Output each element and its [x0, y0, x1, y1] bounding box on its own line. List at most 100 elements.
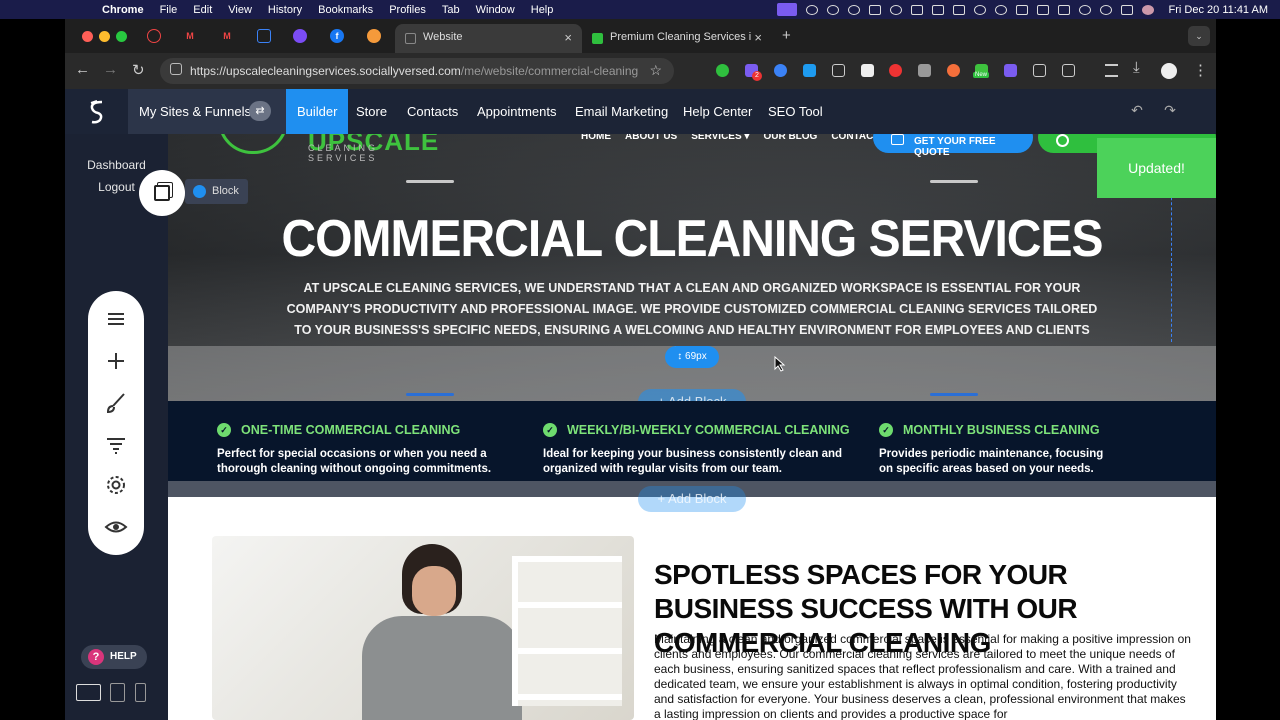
- menubar-item-edit[interactable]: Edit: [193, 4, 212, 16]
- block-select-handle[interactable]: [139, 170, 185, 216]
- tab-website[interactable]: Website ×: [395, 24, 582, 53]
- block-label-badge[interactable]: Block: [185, 179, 248, 204]
- profile-avatar[interactable]: [1161, 63, 1177, 79]
- nav-seo-tool[interactable]: SEO Tool: [768, 89, 823, 134]
- gear-icon[interactable]: [104, 473, 128, 497]
- window-icon[interactable]: [931, 4, 944, 15]
- menu-icon[interactable]: [104, 307, 128, 331]
- eye-icon[interactable]: [104, 515, 128, 539]
- tab-close-icon[interactable]: ×: [751, 30, 762, 45]
- play-icon[interactable]: [973, 4, 986, 15]
- filter-icon[interactable]: [104, 433, 128, 457]
- site-info-icon[interactable]: [170, 63, 182, 75]
- bluetooth-icon[interactable]: [1036, 4, 1049, 15]
- brightness-icon[interactable]: [826, 4, 839, 15]
- my-sites-funnels-switcher[interactable]: My Sites & Funnels ⇄: [128, 89, 286, 134]
- swap-icon[interactable]: ⇄: [249, 101, 271, 121]
- menubar-item-file[interactable]: File: [160, 4, 178, 16]
- grammarly-icon[interactable]: [716, 64, 729, 77]
- reading-list-icon[interactable]: [1105, 64, 1118, 77]
- site-nav-home[interactable]: HOME: [581, 134, 611, 142]
- menubar-item-help[interactable]: Help: [531, 4, 554, 16]
- redo-icon[interactable]: ↷: [1159, 102, 1181, 122]
- status-icon[interactable]: [868, 4, 881, 15]
- website-canvas[interactable]: UPSCALE CLEANING SERVICES HOME ABOUT US …: [168, 134, 1216, 720]
- extension-icon[interactable]: [803, 64, 816, 77]
- site-nav-blog[interactable]: OUR BLOG: [763, 134, 817, 142]
- plus-icon[interactable]: [104, 349, 128, 373]
- screen-record-icon[interactable]: [776, 3, 797, 16]
- drag-handle[interactable]: [930, 393, 978, 396]
- kebab-menu-icon[interactable]: ⋮: [1193, 61, 1208, 79]
- address-bar[interactable]: https://upscalecleaningservices.socially…: [160, 58, 674, 84]
- menubar-item-tab[interactable]: Tab: [442, 4, 460, 16]
- menubar-item-window[interactable]: Window: [476, 4, 515, 16]
- volume-icon[interactable]: [952, 4, 965, 15]
- mobile-view-icon[interactable]: [135, 683, 146, 702]
- help-button[interactable]: ? HELP: [81, 645, 147, 669]
- menubar-item-bookmarks[interactable]: Bookmarks: [318, 4, 373, 16]
- nav-builder[interactable]: Builder: [286, 89, 349, 134]
- messenger-icon[interactable]: [293, 29, 307, 43]
- window-close-button[interactable]: [82, 31, 93, 42]
- nav-store[interactable]: Store: [356, 89, 387, 134]
- drag-handle[interactable]: [406, 393, 454, 396]
- battery-icon[interactable]: [1057, 4, 1070, 15]
- gmail-icon[interactable]: M: [183, 29, 197, 43]
- drag-handle[interactable]: [406, 180, 454, 183]
- forward-icon[interactable]: →: [103, 61, 118, 78]
- extension-icon[interactable]: [774, 64, 787, 77]
- search-icon[interactable]: [1099, 4, 1112, 15]
- extension-icon[interactable]: [1004, 64, 1017, 77]
- brush-icon[interactable]: [104, 391, 128, 415]
- extension-icon[interactable]: [1033, 64, 1046, 77]
- nav-help-center[interactable]: Help Center: [683, 89, 752, 134]
- menubar-app-name[interactable]: Chrome: [102, 4, 144, 16]
- add-block-button[interactable]: + Add Block: [638, 486, 746, 512]
- status-icon[interactable]: [889, 4, 902, 15]
- site-nav-about[interactable]: ABOUT US: [625, 134, 677, 142]
- gmail-icon[interactable]: M: [220, 29, 234, 43]
- status-icon[interactable]: [1015, 4, 1028, 15]
- download-icon[interactable]: ⤓: [1133, 59, 1140, 76]
- nav-contacts[interactable]: Contacts: [407, 89, 458, 134]
- free-quote-button[interactable]: GET YOUR FREE QUOTE: [873, 134, 1033, 158]
- control-center-icon[interactable]: [1120, 4, 1133, 15]
- tab-search-icon[interactable]: ⌄: [1188, 26, 1210, 46]
- features-section[interactable]: ✓ One-Time Commercial Cleaning Perfect f…: [168, 401, 1216, 512]
- spacing-size-badge[interactable]: ↕ 69px: [665, 346, 719, 368]
- hero-section[interactable]: UPSCALE CLEANING SERVICES HOME ABOUT US …: [168, 134, 1216, 415]
- extension-icon[interactable]: [889, 64, 902, 77]
- dashboard-link[interactable]: Dashboard: [65, 158, 168, 172]
- nav-email-marketing[interactable]: Email Marketing: [575, 89, 668, 134]
- window-minimize-button[interactable]: [99, 31, 110, 42]
- tab-close-icon[interactable]: ×: [564, 30, 572, 45]
- menubar-item-history[interactable]: History: [268, 4, 302, 16]
- status-icon[interactable]: [805, 4, 818, 15]
- pinned-tab-icon[interactable]: [257, 29, 271, 43]
- undo-icon[interactable]: ↶: [1126, 102, 1148, 122]
- display-icon[interactable]: [910, 4, 923, 15]
- airdrop-icon[interactable]: [994, 4, 1007, 15]
- extension-icon[interactable]: [861, 64, 874, 77]
- extension-icon[interactable]: [832, 64, 845, 77]
- app-logo[interactable]: [65, 89, 128, 134]
- window-zoom-button[interactable]: [116, 31, 127, 42]
- menubar-item-view[interactable]: View: [228, 4, 252, 16]
- facebook-icon[interactable]: f: [330, 29, 344, 43]
- nav-appointments[interactable]: Appointments: [477, 89, 557, 134]
- tablet-view-icon[interactable]: [110, 683, 125, 702]
- back-icon[interactable]: ←: [75, 61, 90, 78]
- drag-handle[interactable]: [930, 180, 978, 183]
- menubar-datetime[interactable]: Fri Dec 20 11:41 AM: [1169, 4, 1268, 16]
- desktop-view-icon[interactable]: [76, 684, 101, 701]
- wifi-icon[interactable]: [1078, 4, 1091, 15]
- status-icon[interactable]: [847, 4, 860, 15]
- new-tab-icon[interactable]: +: [782, 27, 791, 44]
- siri-icon[interactable]: [1141, 4, 1154, 15]
- extension-icon[interactable]: [918, 64, 931, 77]
- pinned-tab-icon[interactable]: [147, 29, 161, 43]
- extensions-puzzle-icon[interactable]: [1062, 64, 1075, 77]
- menubar-item-profiles[interactable]: Profiles: [389, 4, 426, 16]
- pinned-tab-icon[interactable]: [367, 29, 381, 43]
